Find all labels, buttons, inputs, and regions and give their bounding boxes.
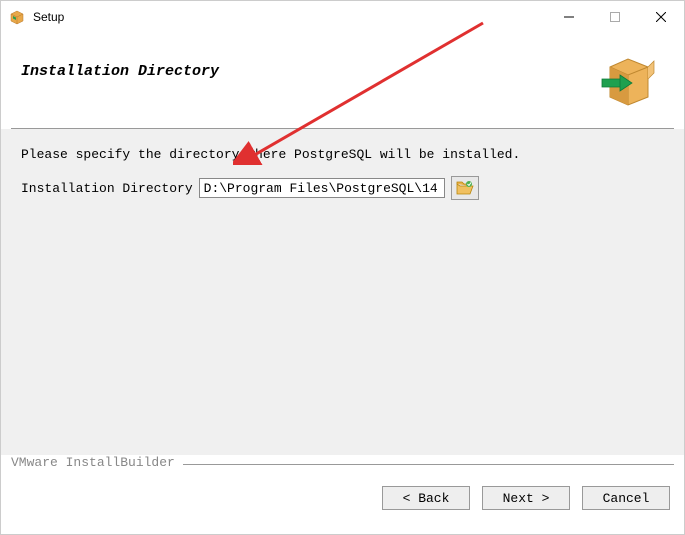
content-area: Please specify the directory where Postg… [1, 129, 684, 455]
page-heading: Installation Directory [21, 63, 219, 80]
minimize-button[interactable] [546, 1, 592, 33]
next-button[interactable]: Next > [482, 486, 570, 510]
directory-input[interactable] [199, 178, 445, 198]
footer-brand-row: VMware InstallBuilder [1, 455, 684, 470]
close-button[interactable] [638, 1, 684, 33]
back-button[interactable]: < Back [382, 486, 470, 510]
maximize-button [592, 1, 638, 33]
directory-label: Installation Directory [21, 181, 193, 196]
folder-open-icon [456, 180, 474, 196]
footer-buttons: < Back Next > Cancel [1, 470, 684, 510]
window-title: Setup [33, 10, 546, 24]
title-bar: Setup [1, 1, 684, 33]
page-header: Installation Directory [1, 33, 684, 124]
installer-box-icon [598, 53, 658, 108]
directory-row: Installation Directory [21, 176, 664, 200]
browse-button[interactable] [451, 176, 479, 200]
app-icon [9, 9, 25, 25]
cancel-button[interactable]: Cancel [582, 486, 670, 510]
window-controls [546, 1, 684, 33]
instruction-text: Please specify the directory where Postg… [21, 147, 664, 162]
footer-divider [183, 464, 674, 465]
footer-brand: VMware InstallBuilder [11, 455, 183, 470]
